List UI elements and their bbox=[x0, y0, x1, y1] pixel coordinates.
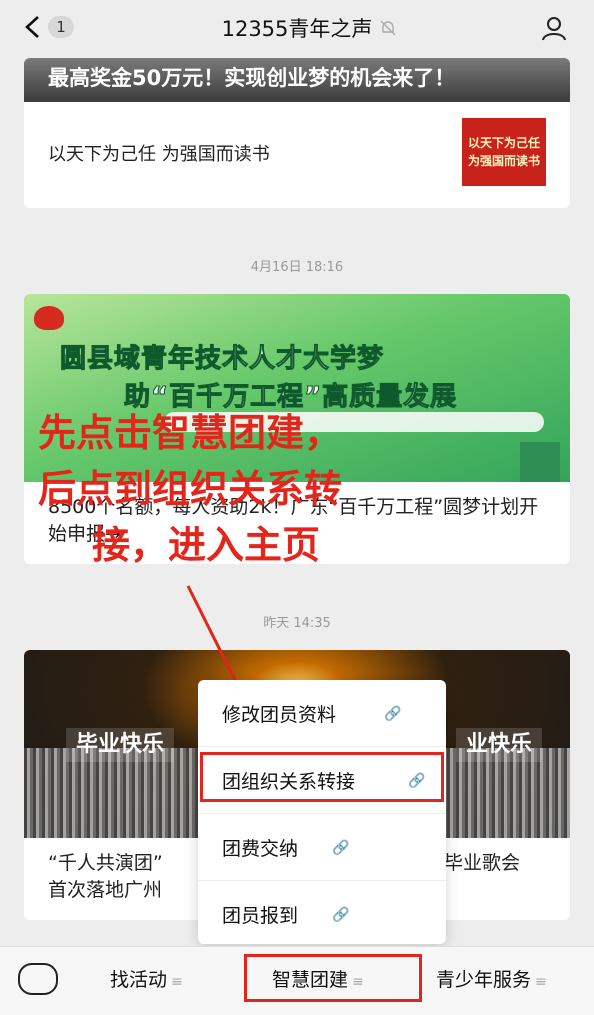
annotation-highlight-box bbox=[244, 954, 422, 1002]
timestamp: 4月16日 18:16 bbox=[250, 260, 344, 275]
annotation-line-3: 接，进入主页 bbox=[92, 523, 321, 567]
article-row[interactable]: 以天下为己任 为强国而读书 以天下为己任 为强国而读书 bbox=[24, 102, 570, 208]
title-right: 毕业歌会 bbox=[444, 852, 521, 874]
annotation-highlight-box bbox=[200, 752, 444, 802]
menu-lines-icon: ≡ bbox=[535, 974, 547, 990]
link-icon: 🔗 bbox=[332, 907, 350, 923]
menu-lines-icon: ≡ bbox=[171, 974, 183, 990]
article-card-1[interactable]: 最高奖金50万元！实现创业梦的机会来了！ 以天下为己任 为强国而读书 以天下为己… bbox=[24, 58, 570, 208]
article-title: 以天下为己任 为强国而读书 bbox=[48, 144, 270, 165]
graduation-banner-left: 毕业快乐 bbox=[66, 728, 175, 762]
timestamp: 昨天 14:35 bbox=[263, 616, 331, 631]
page-title: 12355青年之声 bbox=[221, 17, 373, 41]
profile-icon[interactable] bbox=[540, 14, 568, 42]
hero-headline-1: 圆县域青年技术人才大学梦 bbox=[59, 344, 385, 375]
building-graphic bbox=[520, 442, 560, 482]
article-thumbnail: 以天下为己任 为强国而读书 bbox=[462, 118, 546, 186]
menu-item-member-checkin[interactable]: 团员报到 🔗 bbox=[198, 881, 446, 947]
youth-league-logo-icon bbox=[34, 306, 64, 330]
link-icon: 🔗 bbox=[332, 840, 350, 856]
top-bar: 1 12355青年之声 bbox=[0, 0, 594, 58]
menu-item-edit-profile[interactable]: 修改团员资料 🔗 bbox=[198, 680, 446, 747]
service-popup-menu: 修改团员资料 🔗 团组织关系转接 🔗 团费交纳 🔗 团员报到 🔗 bbox=[198, 680, 446, 944]
tab-youth-service[interactable]: 青少年服务 ≡ bbox=[436, 965, 547, 992]
tab-find-activity[interactable]: 找活动 ≡ bbox=[110, 965, 183, 992]
keyboard-icon[interactable] bbox=[18, 963, 58, 995]
graduation-banner-right: 业快乐 bbox=[456, 728, 543, 762]
menu-item-pay-dues[interactable]: 团费交纳 🔗 bbox=[198, 814, 446, 881]
article-banner: 最高奖金50万元！实现创业梦的机会来了！ bbox=[24, 58, 570, 102]
annotation-line-2: 后点到组织关系转 bbox=[38, 467, 343, 511]
annotation-line-1: 先点击智慧团建， bbox=[38, 411, 343, 455]
link-icon: 🔗 bbox=[384, 706, 402, 722]
mute-bell-icon bbox=[380, 20, 396, 36]
